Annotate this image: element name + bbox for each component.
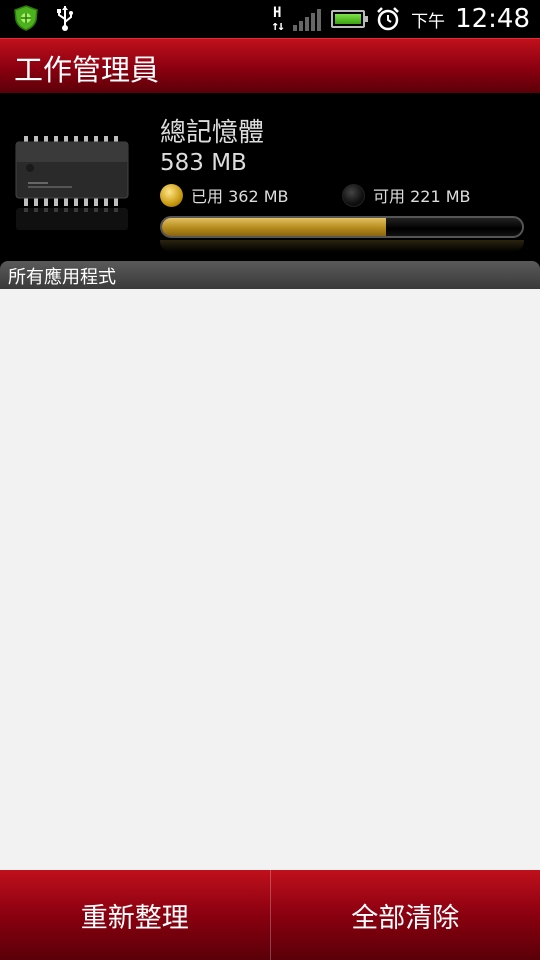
title-bar: 工作管理員 — [0, 38, 540, 93]
page-title: 工作管理員 — [14, 53, 160, 87]
used-dot-icon — [160, 183, 183, 207]
network-type-indicator: H ↑↓ — [271, 4, 285, 34]
memory-total: 583 MB — [160, 150, 247, 176]
free-dot-icon — [342, 183, 365, 207]
data-arrows-icon: ↑↓ — [271, 18, 285, 34]
battery-icon — [331, 10, 369, 28]
status-bar: H ↑↓ 下午 12:48 — [0, 0, 540, 38]
free-label: 可用 221 MB — [373, 187, 471, 206]
refresh-button[interactable]: 重新整理 — [0, 870, 270, 960]
network-type-label: H — [273, 4, 282, 21]
clock-time: 12:48 — [455, 4, 530, 34]
section-header: 所有應用程式 — [0, 261, 540, 289]
used-label: 已用 362 MB — [191, 187, 289, 206]
shield-icon — [14, 5, 38, 31]
status-right: H ↑↓ 下午 12:48 — [271, 0, 530, 38]
memory-usage-bar — [160, 216, 524, 238]
bottom-action-bar: 重新整理 全部清除 — [0, 870, 540, 960]
memory-chip-icon — [15, 136, 129, 230]
memory-bar-reflection — [160, 240, 524, 252]
memory-usage-fill — [162, 218, 386, 236]
app-list[interactable] — [0, 289, 540, 870]
battery-level — [335, 14, 362, 24]
legend-free: 可用 221 MB — [342, 183, 471, 207]
legend-used: 已用 362 MB — [160, 183, 289, 207]
memory-title: 總記憶體 — [160, 118, 265, 148]
signal-icon — [293, 7, 322, 31]
section-label: 所有應用程式 — [8, 267, 116, 288]
clock-ampm: 下午 — [411, 11, 446, 32]
alarm-icon — [377, 7, 399, 31]
usb-icon — [57, 6, 73, 31]
clear-all-button[interactable]: 全部清除 — [271, 870, 540, 960]
status-left — [12, 4, 76, 32]
